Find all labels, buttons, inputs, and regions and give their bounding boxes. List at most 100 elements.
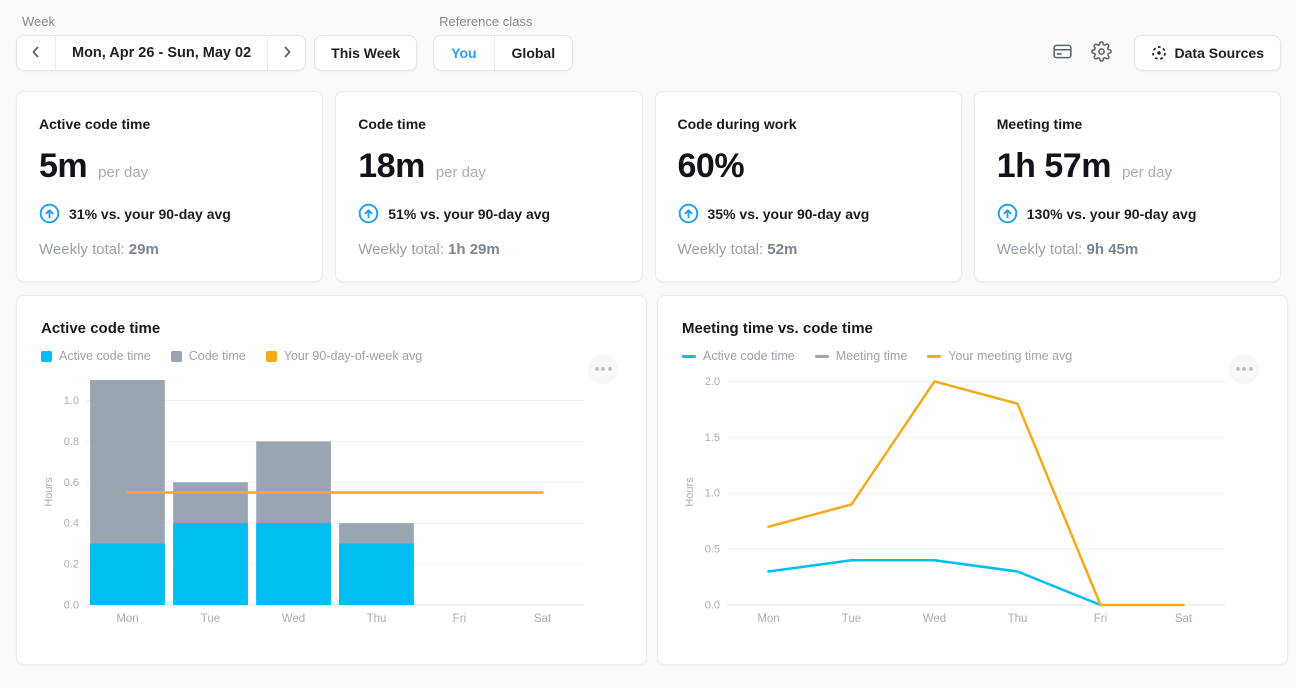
chart-card-active-code-time: Active code time Active code time Code ti… (16, 295, 647, 665)
data-sources-label: Data Sources (1175, 45, 1264, 61)
stat-unit: per day (436, 164, 486, 181)
week-control-group: Week Mon, Apr 26 - Sun, May 02 (16, 12, 417, 71)
stat-card-meeting-time: Meeting time 1h 57m per day 130% vs. you… (974, 91, 1281, 282)
legend-swatch (927, 355, 941, 358)
svg-text:0.4: 0.4 (64, 518, 79, 530)
svg-text:Wed: Wed (282, 613, 305, 625)
x-axis-labels: Mon Tue Wed Thu Fri Sat (757, 613, 1193, 625)
svg-text:0.0: 0.0 (705, 600, 720, 612)
legend-swatch (682, 355, 696, 358)
stat-delta: 31% vs. your 90-day avg (69, 206, 231, 222)
svg-text:Thu: Thu (1008, 613, 1028, 625)
svg-text:Fri: Fri (1094, 613, 1107, 625)
weekly-total-label: Weekly total: (358, 241, 444, 258)
chart-legend: Active code time Code time Your 90-day-of-… (41, 349, 622, 363)
legend-item: Code time (171, 349, 246, 363)
y-axis-title: Hours (43, 477, 55, 507)
svg-text:Fri: Fri (453, 613, 466, 625)
trend-up-icon (39, 203, 60, 224)
stat-cards-row: Active code time 5m per day 31% vs. your… (16, 91, 1281, 282)
line-series (769, 560, 1101, 605)
svg-text:0.6: 0.6 (64, 477, 79, 489)
chevron-left-icon (28, 44, 44, 63)
gear-icon (1091, 41, 1112, 65)
next-week-button[interactable] (267, 36, 305, 70)
this-week-button[interactable]: This Week (314, 35, 417, 71)
legend-label: Active code time (703, 349, 795, 363)
legend-label: Code time (189, 349, 246, 363)
svg-text:Tue: Tue (201, 613, 220, 625)
legend-swatch (171, 351, 182, 362)
chart-card-meeting-vs-code: Meeting time vs. code time Active code t… (657, 295, 1288, 665)
stat-card-code-time: Code time 18m per day 51% vs. your 90-da… (335, 91, 642, 282)
topbar: Week Mon, Apr 26 - Sun, May 02 (16, 12, 1281, 71)
stat-value: 18m (358, 147, 425, 186)
stat-title: Code time (358, 116, 619, 132)
meeting-vs-code-time-chart: 0.00.51.01.52.0MonTueWedThuFriSatHours (682, 375, 1263, 633)
billing-card-button[interactable] (1048, 37, 1077, 69)
settings-button[interactable] (1087, 37, 1116, 69)
legend-swatch (815, 355, 829, 358)
stat-value: 1h 57m (997, 147, 1111, 186)
date-range-display[interactable]: Mon, Apr 26 - Sun, May 02 (55, 36, 267, 70)
stat-unit: per day (1122, 164, 1172, 181)
svg-text:Thu: Thu (367, 613, 387, 625)
chart-title: Meeting time vs. code time (682, 320, 1263, 337)
svg-text:Wed: Wed (923, 613, 946, 625)
legend-item: Your meeting time avg (927, 349, 1072, 363)
stat-value: 5m (39, 147, 87, 186)
legend-swatch (41, 351, 52, 362)
weekly-total-label: Weekly total: (678, 241, 764, 258)
previous-week-button[interactable] (17, 36, 55, 70)
stat-delta: 51% vs. your 90-day avg (388, 206, 550, 222)
data-sources-button[interactable]: Data Sources (1134, 35, 1281, 71)
legend-label: Meeting time (836, 349, 908, 363)
svg-text:0.8: 0.8 (64, 436, 79, 448)
gridlines: 0.00.51.01.52.0 (705, 376, 1225, 612)
chevron-right-icon (279, 44, 295, 63)
svg-text:2.0: 2.0 (705, 376, 720, 388)
reference-you-option[interactable]: You (434, 36, 493, 70)
legend-item: Active code time (41, 349, 151, 363)
legend-label: Active code time (59, 349, 151, 363)
legend-label: Your 90-day-of-week avg (284, 349, 423, 363)
weekly-total-value: 9h 45m (1087, 241, 1139, 258)
card-icon (1052, 41, 1073, 65)
stat-card-active-code-time: Active code time 5m per day 31% vs. your… (16, 91, 323, 282)
x-axis-labels: Mon Tue Wed Thu Fri Sat (116, 613, 552, 625)
legend-item: Active code time (682, 349, 795, 363)
reference-class-group: Reference class You Global (433, 12, 573, 71)
svg-text:Tue: Tue (842, 613, 861, 625)
active-code-time-chart: 0.00.20.40.60.81.0MonTueWedThuFriSatHour… (41, 375, 622, 633)
svg-text:0.5: 0.5 (705, 544, 720, 556)
stat-delta: 130% vs. your 90-day avg (1027, 206, 1197, 222)
charts-row: Active code time Active code time Code ti… (16, 295, 1281, 665)
trend-up-icon (997, 203, 1018, 224)
y-axis-title: Hours (684, 477, 696, 507)
reference-class-toggle: You Global (433, 35, 573, 71)
weekly-total-value: 52m (767, 241, 797, 258)
trend-up-icon (358, 203, 379, 224)
svg-text:1.0: 1.0 (64, 395, 79, 407)
weekly-total-label: Weekly total: (997, 241, 1083, 258)
chart-title: Active code time (41, 320, 622, 337)
svg-text:Mon: Mon (757, 613, 779, 625)
svg-text:Sat: Sat (534, 613, 552, 625)
svg-text:Mon: Mon (116, 613, 138, 625)
data-sources-icon (1151, 45, 1167, 61)
weekly-total-value: 29m (129, 241, 159, 258)
svg-text:0.2: 0.2 (64, 559, 79, 571)
more-menu-icon[interactable] (1229, 354, 1259, 384)
reference-class-label: Reference class (439, 14, 573, 29)
weekly-total-value: 1h 29m (448, 241, 500, 258)
stat-delta: 35% vs. your 90-day avg (708, 206, 870, 222)
reference-global-option[interactable]: Global (494, 36, 573, 70)
more-menu-icon[interactable] (588, 354, 618, 384)
svg-text:1.0: 1.0 (705, 488, 720, 500)
legend-item: Your 90-day-of-week avg (266, 349, 423, 363)
legend-swatch (266, 351, 277, 362)
topbar-actions: Data Sources (1048, 35, 1281, 71)
svg-text:Sat: Sat (1175, 613, 1193, 625)
legend-label: Your meeting time avg (948, 349, 1072, 363)
dashboard: Week Mon, Apr 26 - Sun, May 02 (0, 0, 1297, 665)
